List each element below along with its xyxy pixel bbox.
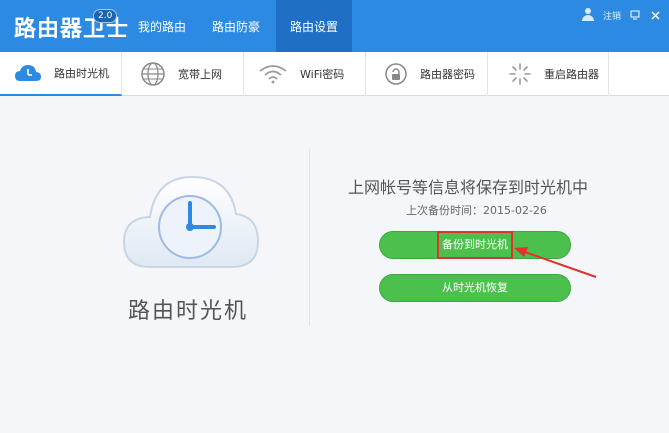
subtab-label: 重启路由器	[544, 68, 599, 81]
top-tools: 注销	[581, 8, 661, 22]
info-title: 上网帐号等信息将保存到时光机中	[348, 178, 589, 197]
clock-icon	[15, 65, 41, 81]
minimize-icon[interactable]	[629, 9, 641, 21]
feature-title: 路由时光机	[128, 299, 249, 324]
subtab-label: 路由器密码	[420, 68, 475, 81]
last-backup-time: 上次备份时间：2015-02-26	[406, 202, 547, 218]
last-backup-date: 2015-02-26	[483, 204, 547, 217]
subtab-router-password[interactable]: 路由器密码	[366, 52, 488, 96]
vertical-divider	[309, 149, 310, 326]
version-badge: 2.0	[93, 9, 118, 23]
subtab-broadband[interactable]: 宽带上网	[122, 52, 244, 96]
restore-button[interactable]: 从时光机恢复	[379, 274, 571, 302]
subtab-label: 宽带上网	[178, 68, 222, 81]
main-content: 路由时光机 上网帐号等信息将保存到时光机中 上次备份时间：2015-02-26 …	[0, 97, 669, 433]
title-bar: 路由器卫士 2.0 我的路由 路由防豪 路由设置 注销	[0, 0, 669, 52]
globe-icon	[141, 62, 165, 86]
subtab-label: WiFi密码	[300, 68, 345, 81]
cloud-clock-icon	[118, 169, 263, 274]
subtab-wifi-password[interactable]: WiFi密码	[244, 52, 366, 96]
tab-my-router[interactable]: 我的路由	[128, 0, 196, 52]
close-icon[interactable]	[649, 9, 661, 21]
power-icon	[509, 63, 531, 85]
sub-navigation: 路由时光机 宽带上网 WiFi密码 路由器密码 重启路由器	[0, 52, 669, 96]
last-backup-label: 上次备份时间：	[406, 204, 483, 217]
subtab-time-machine[interactable]: 路由时光机	[0, 52, 122, 96]
logout-link[interactable]: 注销	[603, 9, 621, 22]
wifi-icon	[259, 65, 287, 84]
tab-router-defense[interactable]: 路由防豪	[200, 0, 272, 52]
subtab-restart-router[interactable]: 重启路由器	[488, 52, 609, 96]
tab-router-settings[interactable]: 路由设置	[276, 0, 352, 52]
subtab-label: 路由时光机	[54, 67, 109, 80]
user-icon	[581, 8, 595, 22]
lock-icon	[385, 63, 407, 85]
